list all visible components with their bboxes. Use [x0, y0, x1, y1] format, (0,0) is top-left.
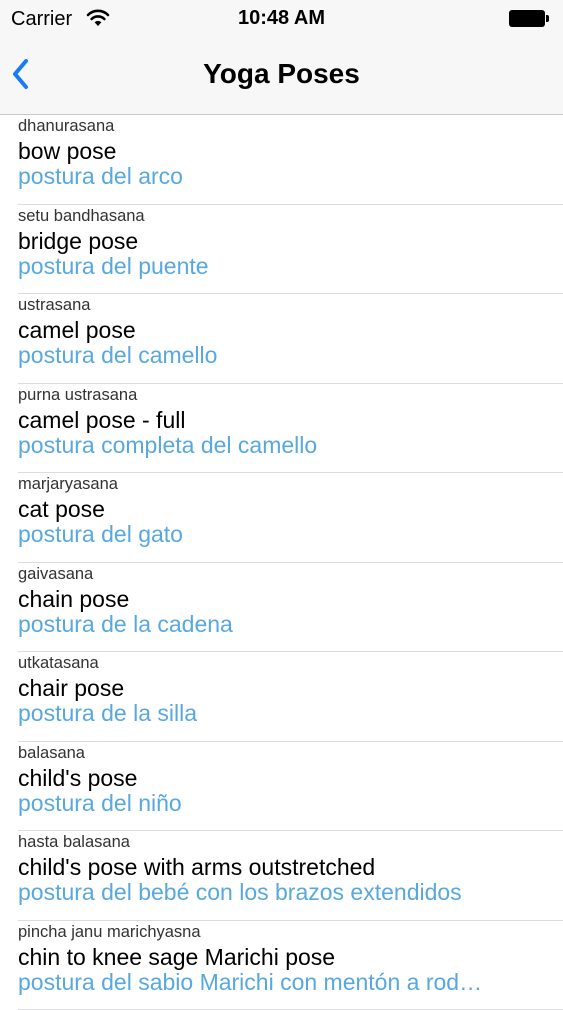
navigation-bar: Yoga Poses [0, 40, 563, 114]
sanskrit-name: hasta balasana [18, 833, 130, 852]
spanish-name: postura de la silla [18, 700, 548, 727]
sanskrit-name: purna ustrasana [18, 386, 137, 405]
list-item[interactable]: marjaryasana cat pose postura del gato [0, 473, 563, 563]
status-time: 10:48 AM [0, 7, 563, 30]
top-bar: Carrier 10:48 AM Yoga Poses [0, 0, 563, 115]
status-bar: Carrier 10:48 AM [0, 0, 563, 40]
english-name: chin to knee sage Marichi pose [18, 944, 335, 971]
list-item[interactable]: balasana child's pose postura del niño [0, 742, 563, 832]
english-name: bridge pose [18, 228, 138, 255]
spanish-name: postura del puente [18, 253, 548, 280]
spanish-name: postura del arco [18, 163, 548, 190]
sanskrit-name: gaivasana [18, 565, 93, 584]
sanskrit-name: balasana [18, 744, 85, 763]
spanish-name: postura del camello [18, 342, 548, 369]
list-item[interactable]: pincha janu marichyasna chin to knee sag… [0, 921, 563, 1010]
english-name: chair pose [18, 675, 124, 702]
list-item[interactable]: dhanurasana bow pose postura del arco [0, 115, 563, 205]
english-name: camel pose - full [18, 407, 185, 434]
english-name: child's pose with arms outstretched [18, 854, 375, 881]
sanskrit-name: marjaryasana [18, 475, 118, 494]
spanish-name: postura del sabio Marichi con mentón a r… [18, 969, 548, 996]
spanish-name: postura completa del camello [18, 432, 548, 459]
english-name: child's pose [18, 765, 137, 792]
pose-list: dhanurasana bow pose postura del arco se… [0, 115, 563, 1010]
list-item[interactable]: purna ustrasana camel pose - full postur… [0, 384, 563, 474]
spanish-name: postura del niño [18, 790, 548, 817]
sanskrit-name: utkatasana [18, 654, 99, 673]
spanish-name: postura de la cadena [18, 611, 548, 638]
list-item[interactable]: setu bandhasana bridge pose postura del … [0, 205, 563, 295]
sanskrit-name: setu bandhasana [18, 207, 145, 226]
english-name: chain pose [18, 586, 129, 613]
list-item[interactable]: ustrasana camel pose postura del camello [0, 294, 563, 384]
page-title: Yoga Poses [0, 58, 563, 90]
english-name: camel pose [18, 317, 136, 344]
english-name: bow pose [18, 138, 116, 165]
sanskrit-name: pincha janu marichyasna [18, 923, 201, 942]
spanish-name: postura del bebé con los brazos extendid… [18, 879, 548, 906]
list-item[interactable]: hasta balasana child's pose with arms ou… [0, 831, 563, 921]
sanskrit-name: ustrasana [18, 296, 90, 315]
sanskrit-name: dhanurasana [18, 117, 114, 136]
list-item[interactable]: utkatasana chair pose postura de la sill… [0, 652, 563, 742]
list-item[interactable]: gaivasana chain pose postura de la caden… [0, 563, 563, 653]
spanish-name: postura del gato [18, 521, 548, 548]
battery-icon [509, 10, 549, 27]
english-name: cat pose [18, 496, 105, 523]
